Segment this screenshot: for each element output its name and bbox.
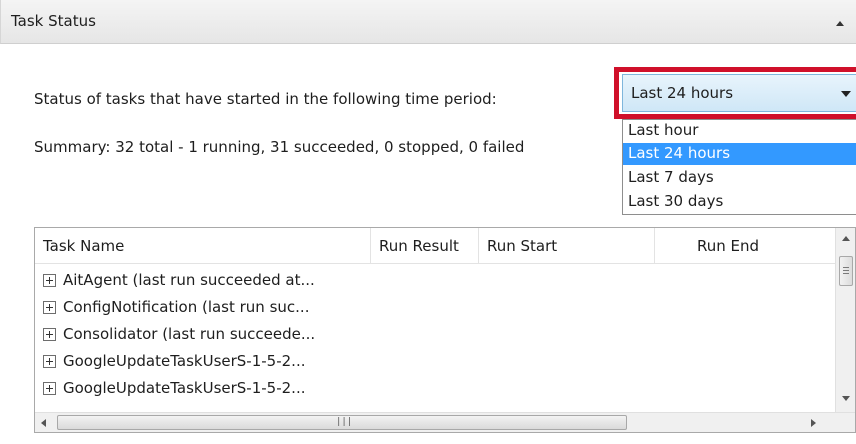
scroll-down-arrow-icon[interactable] (842, 396, 850, 401)
time-period-dropdown: Last hour Last 24 hours Last 7 days Last… (622, 119, 856, 215)
table-row[interactable]: Consolidator (last run succeede... (35, 322, 835, 348)
task-list: Task Name Run Result Run Start Run End A… (34, 227, 856, 433)
column-header-run-end[interactable]: Run End (655, 228, 835, 264)
dropdown-option-last-24-hours[interactable]: Last 24 hours (623, 143, 856, 165)
scroll-grip-icon: ||| (336, 417, 353, 427)
collapse-icon[interactable] (836, 20, 844, 26)
column-header-task-name[interactable]: Task Name (35, 228, 371, 264)
panel-title: Task Status (11, 12, 96, 30)
task-name: AitAgent (last run succeeded at... (63, 271, 315, 289)
task-list-header: Task Name Run Result Run Start Run End (35, 228, 835, 264)
table-row[interactable]: GoogleUpdateTaskUserS-1-5-2... (35, 349, 835, 375)
vertical-scrollbar[interactable] (835, 228, 855, 412)
dropdown-option-last-30-days[interactable]: Last 30 days (623, 191, 856, 213)
summary-label: Summary: 32 total - 1 running, 31 succee… (34, 138, 525, 156)
horizontal-scrollbar[interactable]: ||| (35, 412, 855, 432)
dropdown-option-last-7-days[interactable]: Last 7 days (623, 167, 856, 189)
status-prompt-label: Status of tasks that have started in the… (34, 90, 497, 108)
expand-icon[interactable] (43, 274, 56, 287)
task-name: ConfigNotification (last run suc... (63, 298, 310, 316)
expand-icon[interactable] (43, 301, 56, 314)
column-header-run-result[interactable]: Run Result (371, 228, 479, 264)
scroll-right-arrow-icon[interactable] (811, 419, 816, 427)
time-period-select[interactable]: Last 24 hours (622, 74, 856, 112)
horizontal-scroll-thumb[interactable]: ||| (57, 415, 627, 430)
table-row[interactable]: AitAgent (last run succeeded at... (35, 268, 835, 294)
chevron-down-icon[interactable] (841, 91, 851, 97)
dropdown-option-last-hour[interactable]: Last hour (623, 120, 856, 142)
task-name: GoogleUpdateTaskUserS-1-5-2... (63, 379, 306, 397)
task-name: Consolidator (last run succeede... (63, 325, 316, 343)
task-name: GoogleUpdateTaskUserS-1-5-2... (63, 352, 306, 370)
expand-icon[interactable] (43, 382, 56, 395)
scroll-up-arrow-icon[interactable] (842, 236, 850, 241)
expand-icon[interactable] (43, 328, 56, 341)
table-row[interactable]: ConfigNotification (last run suc... (35, 295, 835, 321)
task-status-header[interactable]: Task Status (0, 0, 856, 44)
table-row[interactable]: GoogleUpdateTaskUserS-1-5-2... (35, 376, 835, 402)
scroll-left-arrow-icon[interactable] (41, 419, 46, 427)
column-header-run-start[interactable]: Run Start (479, 228, 655, 264)
time-period-selected-value: Last 24 hours (631, 84, 734, 102)
vertical-scroll-thumb[interactable] (839, 256, 853, 286)
expand-icon[interactable] (43, 355, 56, 368)
